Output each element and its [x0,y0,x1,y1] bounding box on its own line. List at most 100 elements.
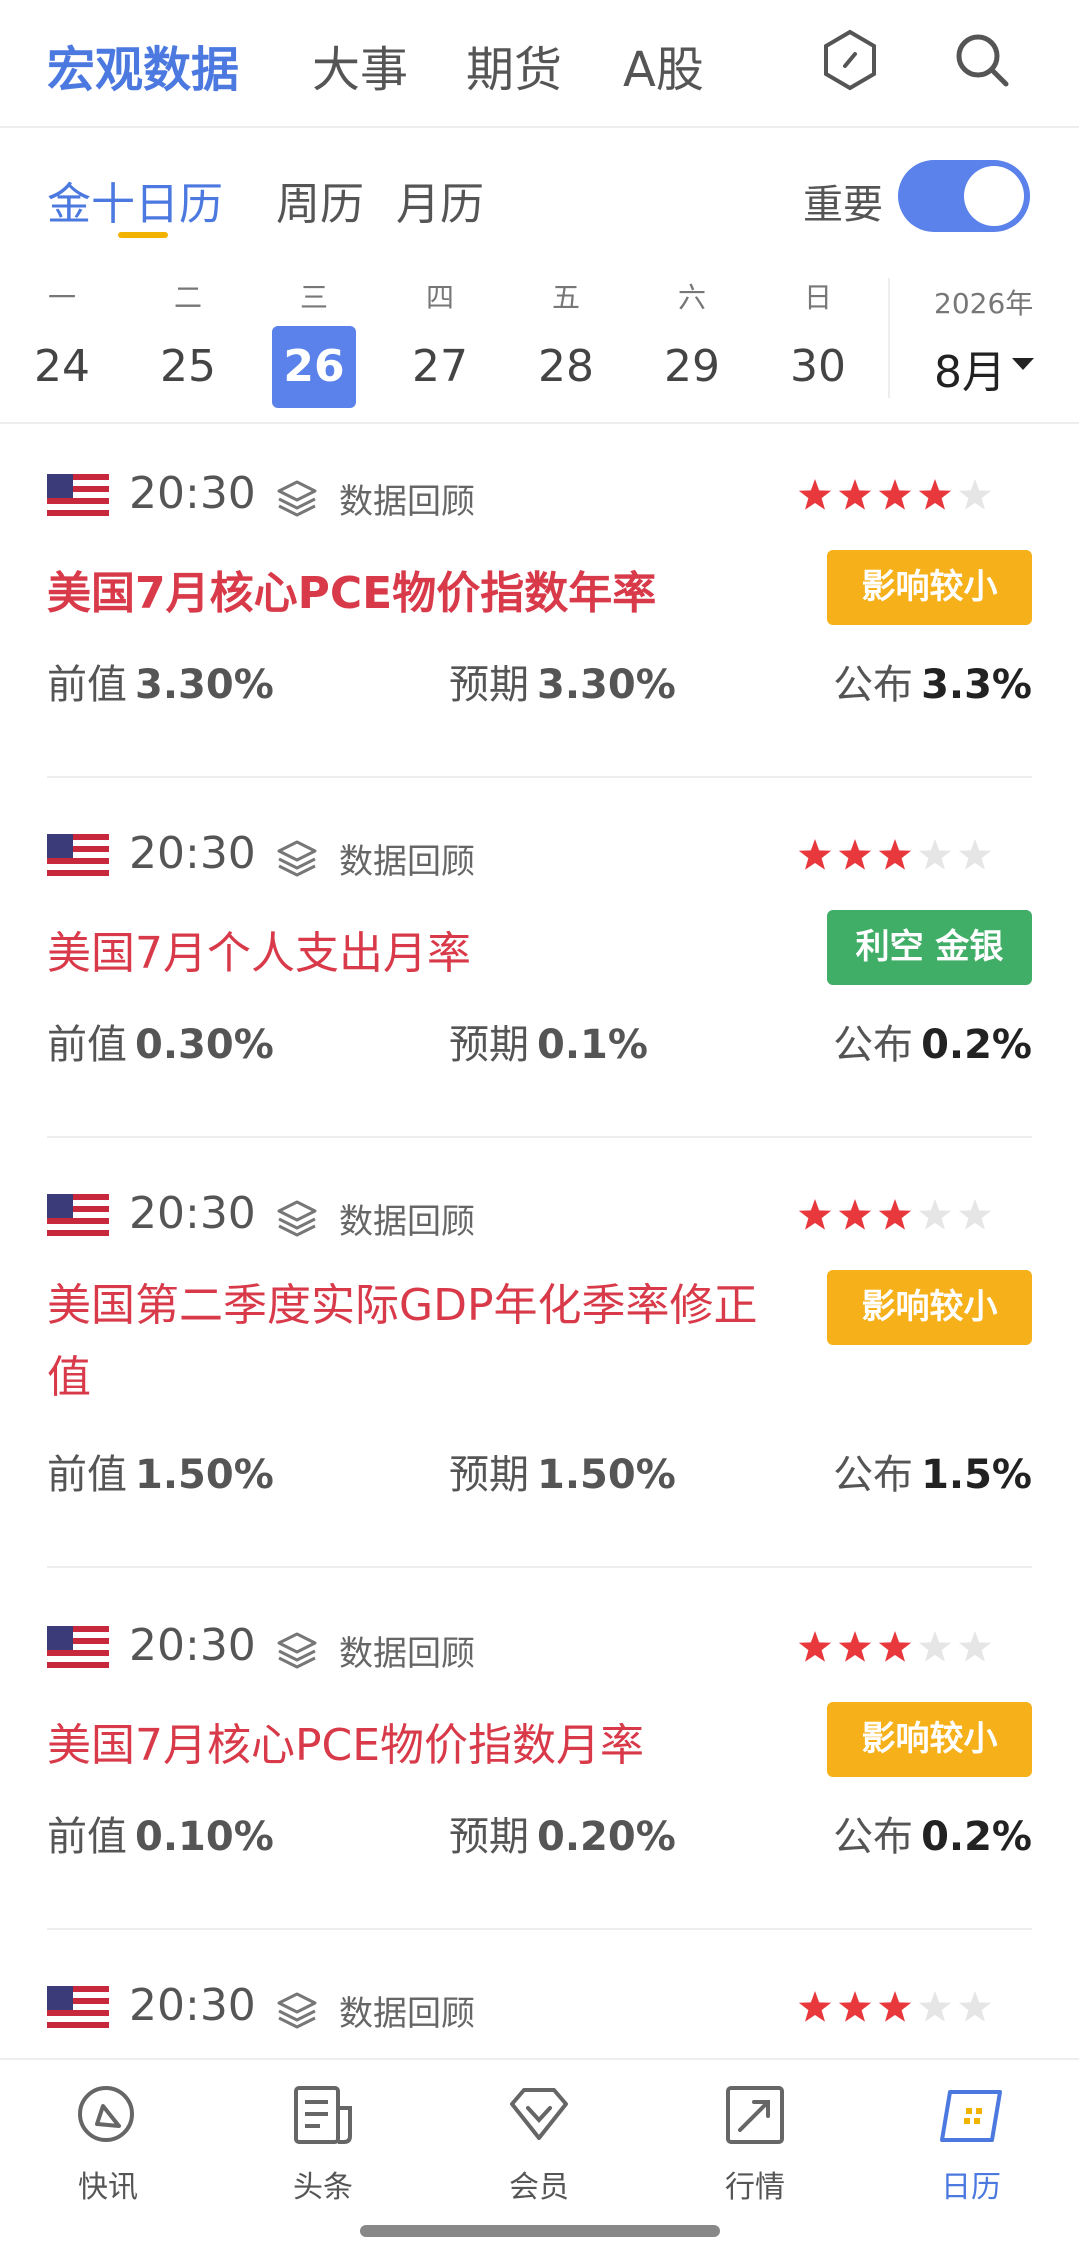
diamond-icon [510,2088,568,2140]
star-empty-icon [918,839,952,870]
data-review-label: 数据回顾 [339,1202,475,1242]
star-empty-icon [918,1199,952,1230]
day-27[interactable]: 四 27 [395,278,485,408]
us-flag-icon [47,1194,109,1236]
divider [47,1928,1032,1930]
us-flag-icon [47,474,109,516]
nav-label: 会员 [509,2170,569,2205]
event-title: 美国第二季度实际GDP年化季率修正值 [47,1280,758,1403]
event-list: 20:30 数据回顾 美国7月核心PCE物价指数年率 影响较小 前值 3.30% … [0,426,1079,2056]
layers-icon [277,480,317,517]
importance-stars [798,1631,992,1662]
event-card[interactable]: 20:30 数据回顾 美国7月核心PCE物价指数年率 影响较小 前值 3.30% … [47,426,1032,784]
day-28[interactable]: 五 28 [521,278,611,408]
event-meta: 20:30 数据回顾 [47,468,1032,524]
day-26[interactable]: 三 26 [269,278,359,408]
nav-membership[interactable]: 会员 [469,2080,609,2206]
chevron-down-icon [1012,358,1034,370]
calendar-subnav: 金十日历 周历 月历 重要 [0,150,1079,250]
date-number-selected: 26 [272,326,356,408]
tab-weekly-calendar[interactable]: 周历 [276,168,364,232]
star-filled-icon [798,1631,832,1662]
tab-jin10-calendar[interactable]: 金十日历 [47,168,223,232]
event-card[interactable]: 20:30 数据回顾 美国7月核心PCE物价指数月率 影响较小 前值 0.10% … [47,1578,1032,1936]
divider [47,776,1032,778]
nav-label: 行情 [725,2170,785,2205]
star-empty-icon [958,1991,992,2022]
event-card[interactable]: 20:30 数据回顾 美国7月个人支出月率 利空 金银 前值 0.30% 预期 0.… [47,786,1032,1144]
star-filled-icon [878,479,912,510]
nav-flash-news[interactable]: 快讯 [38,2080,178,2206]
day-30[interactable]: 日 30 [773,278,863,408]
event-card[interactable]: 20:30 数据回顾 [47,1938,1032,2056]
impact-badge: 影响较小 [827,1270,1032,1345]
star-empty-icon [958,839,992,870]
star-empty-icon [918,1631,952,1662]
event-meta: 20:30 数据回顾 [47,1188,1032,1244]
data-review-label: 数据回顾 [339,1634,475,1674]
event-title: 美国7月个人支出月率 [47,928,471,979]
event-time: 20:30 [129,468,256,519]
month-picker[interactable]: 2026年 8月 [888,278,1079,398]
importance-stars [798,479,992,510]
divider [47,1136,1032,1138]
nav-calendar[interactable]: 日历 [901,2080,1041,2206]
star-empty-icon [958,1199,992,1230]
date-number: 28 [538,341,594,392]
previous-value: 前值 0.30% [47,1022,274,1068]
event-card[interactable]: 20:30 数据回顾 美国第二季度实际GDP年化季率修正值 影响较小 前值 1.5… [47,1146,1032,1578]
impact-badge: 影响较小 [827,1702,1032,1777]
actual-value: 公布 0.2% [833,1814,1032,1860]
actual-value: 公布 1.5% [833,1452,1032,1498]
week-selector: 一 24 二 25 三 26 四 27 五 28 六 29 日 30 2026年… [0,278,1079,424]
star-filled-icon [798,839,832,870]
date-number: 29 [664,341,720,392]
star-empty-icon [958,479,992,510]
star-filled-icon [838,1199,872,1230]
date-number: 25 [160,341,216,392]
layers-icon [277,1992,317,2029]
tab-a-shares[interactable]: A股 [623,30,704,100]
star-filled-icon [798,1199,832,1230]
event-time: 20:30 [129,1620,256,1671]
event-time: 20:30 [129,1188,256,1239]
star-filled-icon [878,1199,912,1230]
day-25[interactable]: 二 25 [143,278,233,408]
star-filled-icon [878,1991,912,2022]
day-29[interactable]: 六 29 [647,278,737,408]
actual-value: 公布 3.3% [833,662,1032,708]
important-label: 重要 [803,182,883,228]
forecast-value: 预期 0.20% [449,1814,676,1860]
forecast-value: 预期 1.50% [449,1452,676,1498]
home-indicator [360,2225,720,2237]
event-meta: 20:30 数据回顾 [47,1620,1032,1676]
event-title: 美国7月核心PCE物价指数月率 [47,1720,645,1771]
star-empty-icon [918,1991,952,2022]
hexagon-icon[interactable] [818,28,882,92]
tab-futures[interactable]: 期货 [466,30,562,100]
date-number: 27 [412,341,468,392]
data-review-label: 数据回顾 [339,482,475,522]
impact-badge: 利空 金银 [827,910,1032,985]
nav-label: 日历 [941,2170,1001,2205]
search-icon[interactable] [950,28,1014,92]
event-values: 前值 3.30% 预期 3.30% 公布 3.3% [47,652,1032,712]
nav-market[interactable]: 行情 [685,2080,825,2206]
star-filled-icon [798,1991,832,2022]
newspaper-icon [294,2086,352,2144]
us-flag-icon [47,1626,109,1668]
tab-major-events[interactable]: 大事 [312,30,408,100]
event-values: 前值 0.30% 预期 0.1% 公布 0.2% [47,1012,1032,1072]
data-review-label: 数据回顾 [339,842,475,882]
day-24[interactable]: 一 24 [17,278,107,408]
nav-label: 快讯 [78,2170,138,2205]
previous-value: 前值 1.50% [47,1452,274,1498]
weekday-label: 日 [803,281,832,314]
tab-macro-data[interactable]: 宏观数据 [47,30,239,100]
us-flag-icon [47,834,109,876]
month-label: 8月 [934,347,1006,398]
important-toggle[interactable] [898,160,1030,232]
weekday-label: 三 [299,281,328,314]
nav-headlines[interactable]: 头条 [253,2080,393,2206]
tab-monthly-calendar[interactable]: 月历 [396,168,484,232]
